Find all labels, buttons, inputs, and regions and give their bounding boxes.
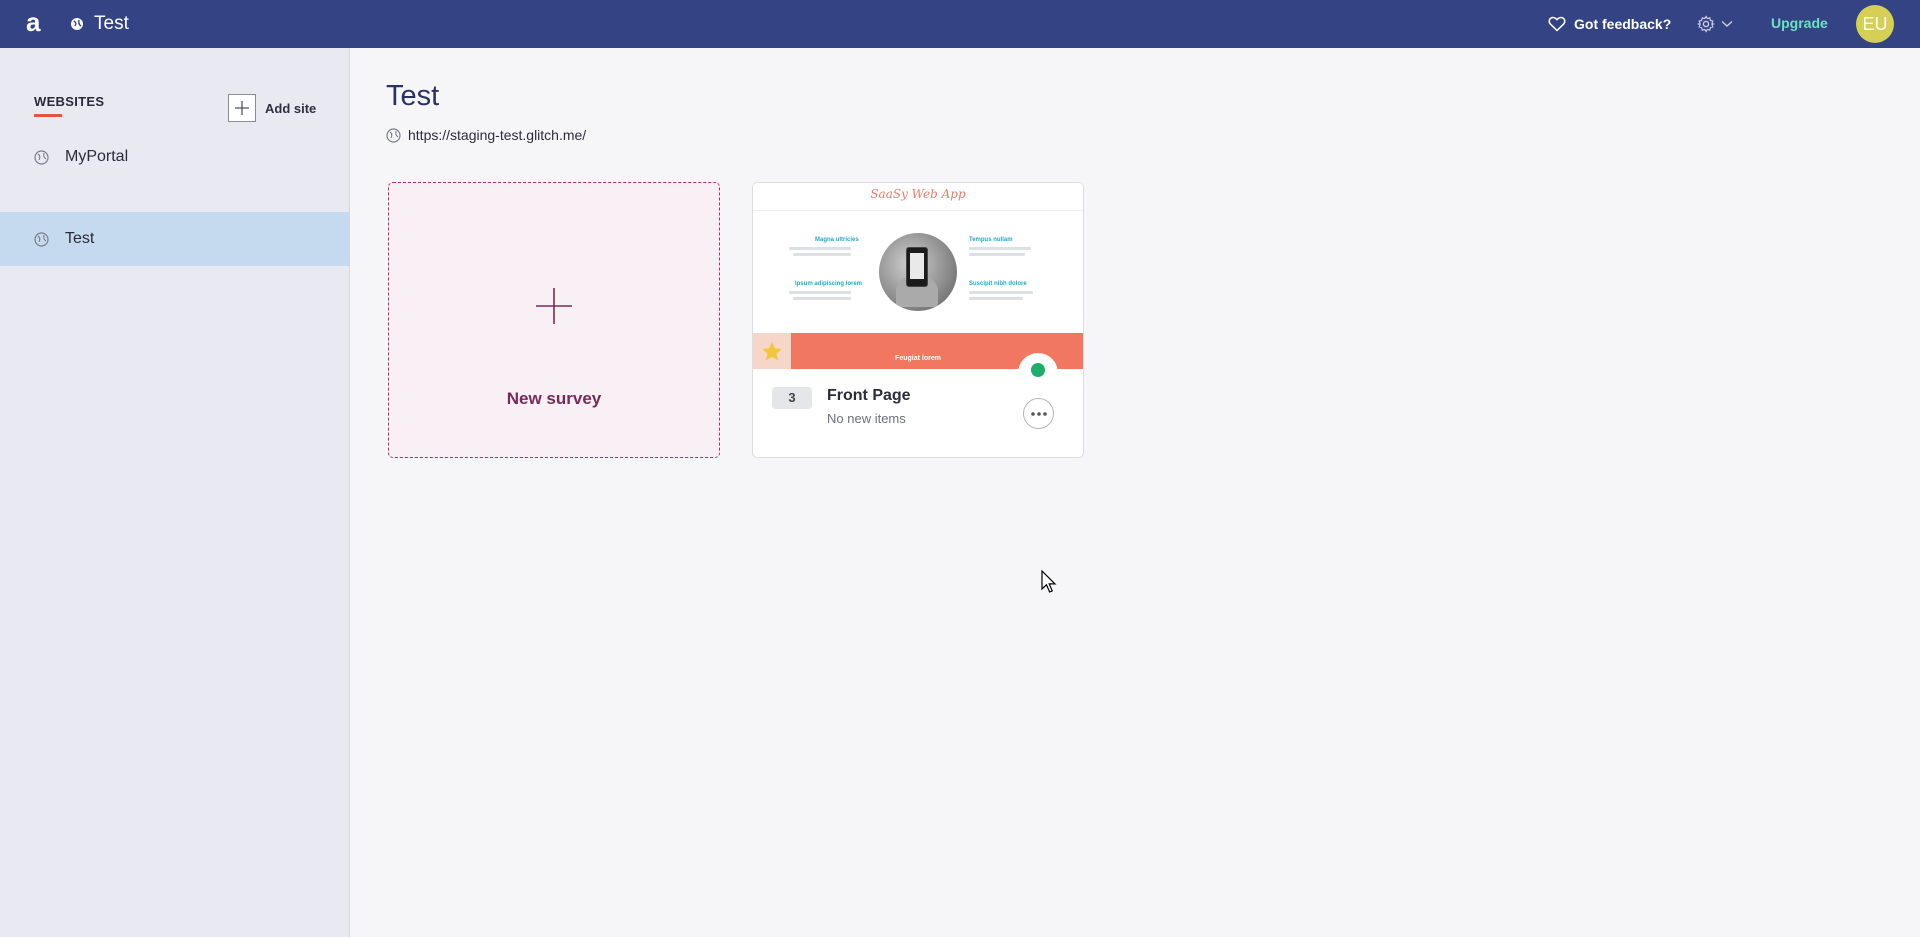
sidebar-item-label: MyPortal <box>65 148 129 165</box>
survey-title: Front Page <box>827 387 911 404</box>
new-survey-label: New survey <box>506 389 602 408</box>
feedback-button[interactable]: Got feedback? <box>1548 12 1671 36</box>
survey-subtitle: No new items <box>827 411 906 426</box>
user-avatar[interactable]: EU <box>1856 5 1894 43</box>
ellipsis-icon <box>1030 411 1047 416</box>
thumbnail-brand: SaaSy Web App <box>870 187 966 201</box>
thumbnail-text-line <box>793 253 851 256</box>
thumbnail-feature-heading: Suscipit nibh dolore <box>969 281 1027 287</box>
thumbnail-phone <box>906 247 928 287</box>
current-site-name: Test <box>94 13 129 34</box>
page-title: Test <box>386 80 440 112</box>
globe-icon <box>386 127 401 143</box>
thumbnail-text-line <box>969 291 1033 294</box>
site-url-text[interactable]: https://staging-test.glitch.me/ <box>408 127 586 143</box>
sidebar-item-label: Test <box>65 230 95 247</box>
status-dot <box>1031 363 1045 377</box>
thumbnail-text-line <box>789 291 851 294</box>
more-options-button[interactable] <box>1023 398 1054 429</box>
upgrade-link[interactable]: Upgrade <box>1771 15 1828 31</box>
top-navigation-bar: a Test Got feedback? Upgrade EU <box>0 0 1920 48</box>
app-logo[interactable]: a <box>26 9 52 36</box>
favorite-star-button[interactable] <box>753 333 791 369</box>
globe-icon <box>34 231 49 247</box>
thumbnail-feature-heading: Magna ultricies <box>815 237 859 243</box>
heading-underline <box>34 114 62 117</box>
survey-card-front-page[interactable]: SaaSy Web App Magna ultricies Tempus nul… <box>752 182 1084 458</box>
thumbnail-feature-heading: Tempus nullam <box>969 237 1013 243</box>
websites-sidebar: WEBSITES Add site MyPortal Test <box>0 48 350 937</box>
heart-icon <box>1548 16 1566 32</box>
new-survey-card[interactable]: New survey <box>388 182 720 458</box>
thumbnail-photo <box>879 233 957 311</box>
add-site-button[interactable]: Add site <box>228 94 316 122</box>
sidebar-item-test[interactable]: Test <box>0 212 349 266</box>
thumbnail-text-line <box>969 247 1031 250</box>
sidebar-item-myportal[interactable]: MyPortal <box>0 130 349 184</box>
thumbnail-text-line <box>793 297 851 300</box>
thumbnail-feature-heading: Ipsum adipiscing lorem <box>795 281 863 287</box>
plus-icon <box>228 94 256 122</box>
thumbnail-text-line <box>789 247 851 250</box>
site-url: https://staging-test.glitch.me/ <box>386 126 586 144</box>
survey-count-badge: 3 <box>772 387 812 409</box>
star-icon <box>762 341 782 360</box>
plus-icon <box>536 288 572 324</box>
gear-icon <box>1697 15 1715 33</box>
add-site-label: Add site <box>265 100 317 116</box>
websites-heading: WEBSITES <box>34 94 105 109</box>
thumbnail-text-line <box>969 253 1025 256</box>
globe-icon <box>34 149 49 165</box>
mouse-cursor-icon <box>1041 570 1057 593</box>
site-switcher[interactable]: Test <box>70 12 129 36</box>
feedback-label: Got feedback? <box>1574 16 1672 32</box>
thumbnail-text-line <box>969 297 1023 300</box>
survey-thumbnail: SaaSy Web App Magna ultricies Tempus nul… <box>753 183 1083 369</box>
chevron-down-icon <box>1721 20 1733 27</box>
settings-menu[interactable] <box>1697 12 1739 36</box>
globe-icon <box>71 18 83 30</box>
